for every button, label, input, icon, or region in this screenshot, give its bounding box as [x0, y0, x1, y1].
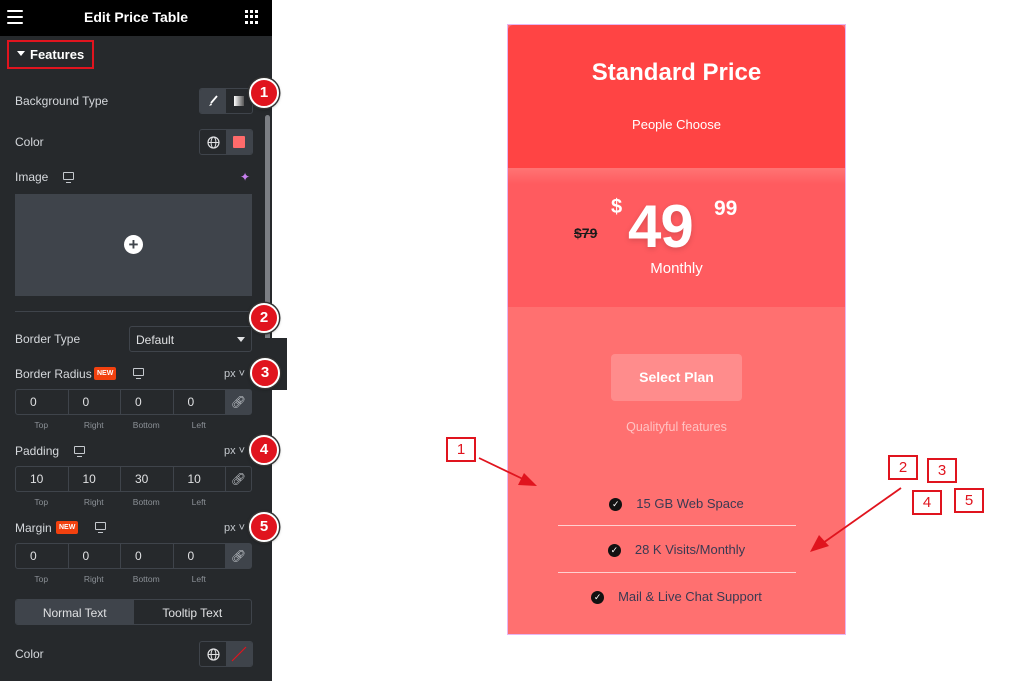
arrow-head-2 [810, 535, 829, 552]
arrow-line-2 [822, 487, 902, 544]
arrow-line-1 [478, 457, 526, 481]
arrow-head-1 [518, 473, 537, 486]
annotation-arrows [478, 457, 902, 552]
